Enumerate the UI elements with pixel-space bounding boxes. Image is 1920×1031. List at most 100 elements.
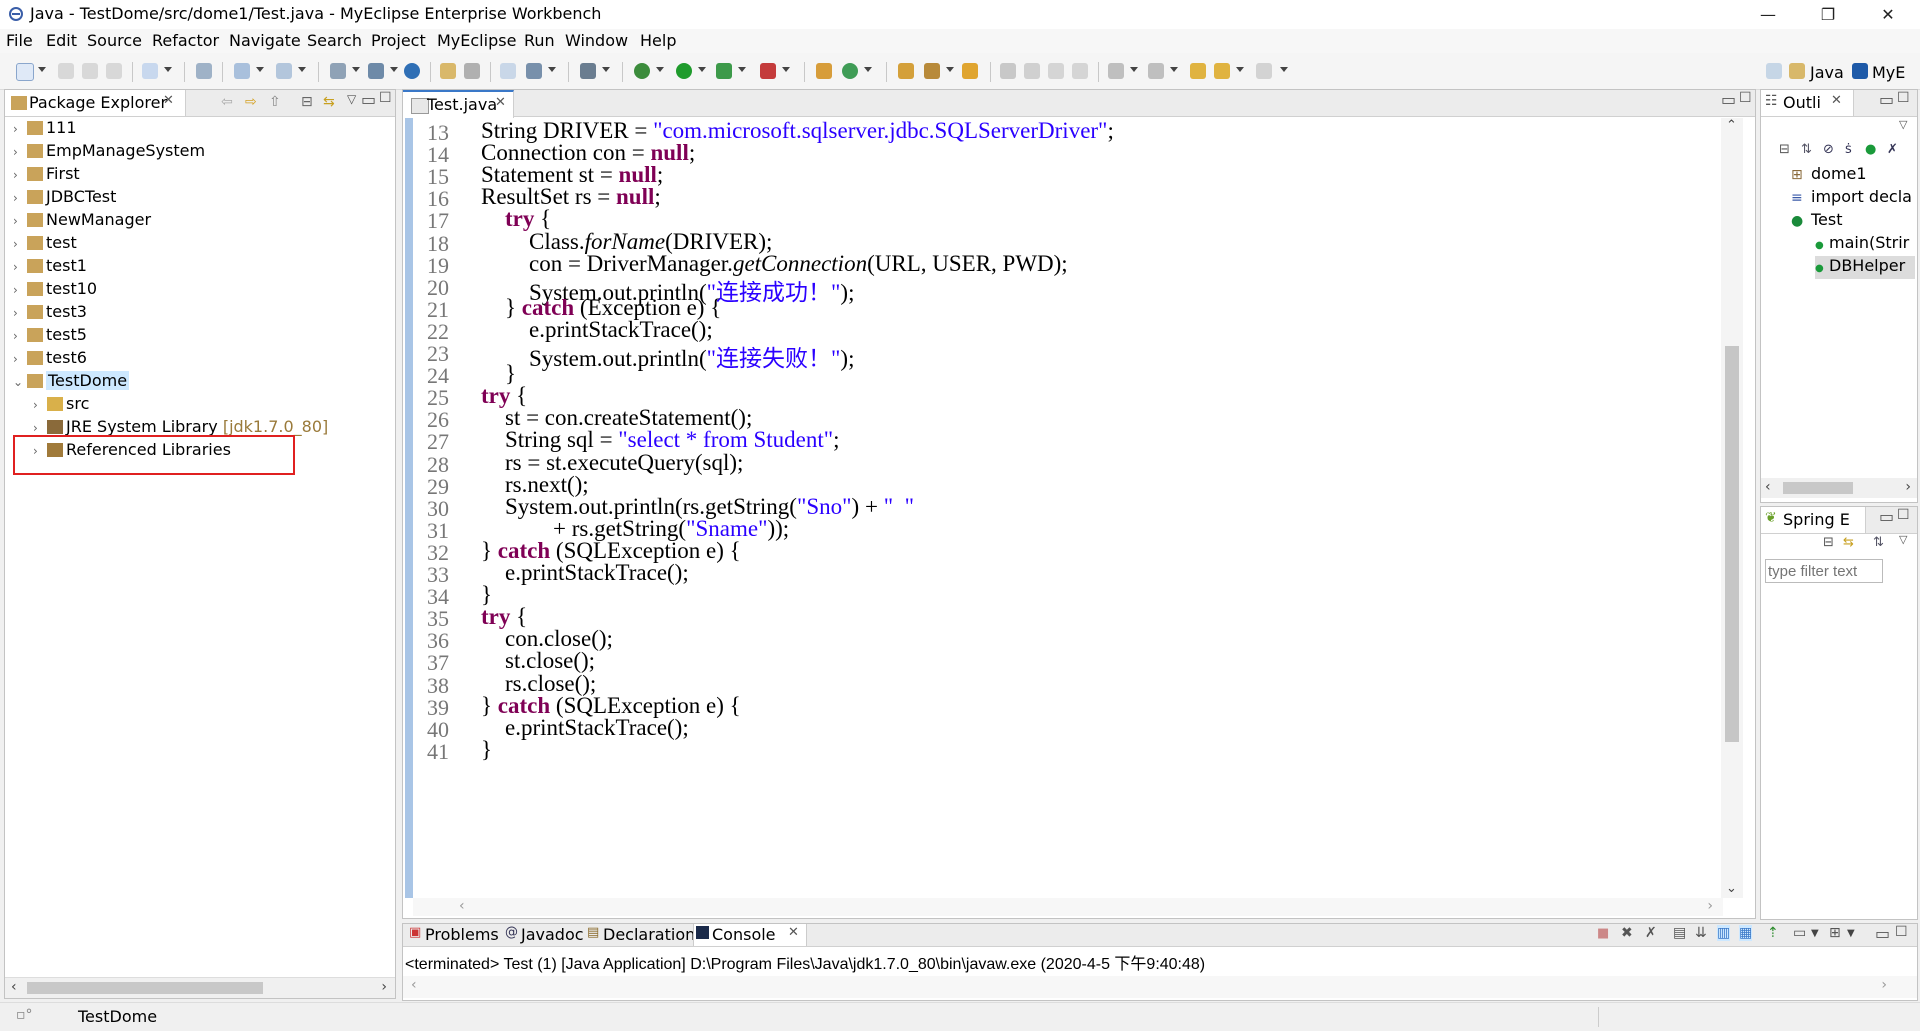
maximize-view-icon[interactable]: ☐: [1897, 90, 1910, 106]
browser-icon[interactable]: [330, 63, 346, 79]
open-type-hierarchy-icon[interactable]: [898, 63, 914, 79]
code-line[interactable]: System.out.println("连接失败！");: [529, 339, 854, 366]
new-class-icon[interactable]: [842, 63, 858, 79]
chevron-right-icon[interactable]: ›: [13, 214, 27, 228]
chevron-down-icon[interactable]: [1130, 67, 1138, 72]
tree-item[interactable]: ›test10: [13, 279, 97, 302]
chevron-right-icon[interactable]: ›: [13, 329, 27, 343]
filter-input[interactable]: [1765, 559, 1883, 583]
menu-navigate[interactable]: Navigate: [229, 31, 301, 50]
save-icon[interactable]: [58, 63, 74, 79]
scroll-left-icon[interactable]: ‹: [411, 977, 417, 993]
menu-edit[interactable]: Edit: [46, 31, 77, 50]
chevron-down-icon[interactable]: [656, 67, 664, 72]
scrollbar-thumb[interactable]: [1725, 346, 1739, 742]
tree-item[interactable]: ›test1: [13, 256, 87, 279]
horizontal-scrollbar[interactable]: ‹ ›: [5, 977, 395, 998]
close-icon[interactable]: ✕: [1831, 93, 1842, 108]
tab-javadoc[interactable]: @ Javadoc: [503, 924, 585, 946]
run-icon[interactable]: [676, 63, 692, 79]
chevron-down-icon[interactable]: [38, 67, 46, 72]
close-button[interactable]: ✕: [1860, 0, 1916, 29]
close-icon[interactable]: ✕: [163, 93, 174, 108]
open-task-icon[interactable]: [924, 63, 940, 79]
java-perspective-button[interactable]: Java: [1810, 63, 1844, 82]
server-icon[interactable]: [196, 63, 212, 79]
chevron-right-icon[interactable]: ›: [33, 398, 47, 412]
fast-view-icon[interactable]: ▫°: [16, 1007, 33, 1023]
debug-icon[interactable]: [634, 63, 650, 79]
outline-item[interactable]: ⊞dome1: [1791, 164, 1867, 187]
outline-tab[interactable]: ☷ Outli ✕: [1761, 90, 1854, 116]
tab-declaration[interactable]: ▤ Declaration: [585, 924, 693, 946]
vertical-scrollbar[interactable]: ⌃ ⌄: [1721, 118, 1743, 898]
chevron-down-icon[interactable]: ⌄: [13, 375, 27, 389]
show-console-icon[interactable]: ▦: [1739, 925, 1752, 941]
sort-icon[interactable]: ⇅: [1873, 535, 1884, 550]
chevron-down-icon[interactable]: [946, 67, 954, 72]
chevron-down-icon[interactable]: [1236, 67, 1244, 72]
horizontal-scrollbar[interactable]: ‹ ›: [413, 898, 1723, 916]
outline-item[interactable]: ≡import decla: [1791, 187, 1912, 210]
clear-console-icon[interactable]: ▤: [1673, 925, 1686, 941]
package-explorer-tab[interactable]: Package Explorer ✕: [5, 90, 186, 116]
tree-item[interactable]: ›test: [13, 233, 77, 256]
print-icon[interactable]: [106, 63, 122, 79]
chevron-right-icon[interactable]: ›: [13, 352, 27, 366]
code-line[interactable]: }: [481, 737, 492, 764]
hide-static-icon[interactable]: ṡ: [1845, 142, 1852, 157]
chevron-right-icon[interactable]: ›: [13, 306, 27, 320]
tree-item[interactable]: ›test3: [13, 302, 87, 325]
restore-button[interactable]: ❐: [1800, 0, 1856, 29]
new-package-icon[interactable]: [500, 63, 516, 79]
chevron-down-icon[interactable]: [390, 67, 398, 72]
menu-window[interactable]: Window: [565, 31, 628, 50]
chevron-right-icon[interactable]: ›: [13, 191, 27, 205]
open-perspective-icon[interactable]: [1766, 63, 1782, 79]
skip-breakpoints-icon[interactable]: [580, 63, 596, 79]
new-icon[interactable]: [16, 63, 34, 81]
menu-run[interactable]: Run: [524, 31, 555, 50]
maximize-view-icon[interactable]: ☐: [1895, 924, 1908, 940]
last-edit-icon[interactable]: [1190, 63, 1206, 79]
forward-arrow-icon[interactable]: [1256, 63, 1272, 79]
forward-arrow-icon[interactable]: ⇨: [245, 94, 257, 110]
menu-myeclipse[interactable]: MyEclipse: [437, 31, 516, 50]
myeclipse-perspective-button[interactable]: MyE: [1872, 63, 1905, 82]
menu-source[interactable]: Source: [87, 31, 142, 50]
link-editor-icon[interactable]: ⇆: [1843, 535, 1854, 550]
view-menu-icon[interactable]: ▽: [1899, 118, 1907, 131]
chevron-down-icon[interactable]: ▼: [1811, 928, 1819, 939]
tree-item[interactable]: ›First: [13, 164, 80, 187]
chevron-down-icon[interactable]: [256, 67, 264, 72]
search-icon[interactable]: [526, 63, 542, 79]
save-all-icon[interactable]: [82, 63, 98, 79]
next-annotation-icon[interactable]: [1108, 63, 1124, 79]
collapse-all-icon[interactable]: ⊟: [301, 94, 313, 110]
menu-help[interactable]: Help: [640, 31, 676, 50]
chevron-right-icon[interactable]: ›: [13, 122, 27, 136]
scroll-down-icon[interactable]: ⌄: [1726, 881, 1737, 896]
open-type-icon[interactable]: [368, 63, 384, 79]
scroll-left-icon[interactable]: ‹: [11, 979, 17, 995]
maximize-view-icon[interactable]: ☐: [1897, 507, 1910, 523]
tree-item[interactable]: ›NewManager: [13, 210, 151, 233]
chevron-down-icon[interactable]: [698, 67, 706, 72]
minimize-button[interactable]: —: [1740, 0, 1796, 29]
menu-search[interactable]: Search: [307, 31, 362, 50]
open-folder-icon[interactable]: [440, 63, 456, 79]
chevron-down-icon[interactable]: [738, 67, 746, 72]
back-arrow-icon[interactable]: [1214, 63, 1230, 79]
chevron-down-icon[interactable]: [602, 67, 610, 72]
back-arrow-icon[interactable]: ⇦: [221, 94, 233, 110]
chevron-right-icon[interactable]: ›: [33, 421, 47, 435]
chevron-down-icon[interactable]: [298, 67, 306, 72]
outline-item[interactable]: ●main(Strir: [1815, 233, 1909, 256]
open-resource-icon[interactable]: [962, 63, 978, 79]
new-java-project-icon[interactable]: [816, 63, 832, 79]
chevron-down-icon[interactable]: [548, 67, 556, 72]
link-editor-icon[interactable]: ⇆: [323, 94, 335, 110]
tab-console[interactable]: Console ✕: [693, 924, 807, 946]
collapse-all-icon[interactable]: ⊟: [1823, 535, 1834, 550]
chevron-down-icon[interactable]: [782, 67, 790, 72]
